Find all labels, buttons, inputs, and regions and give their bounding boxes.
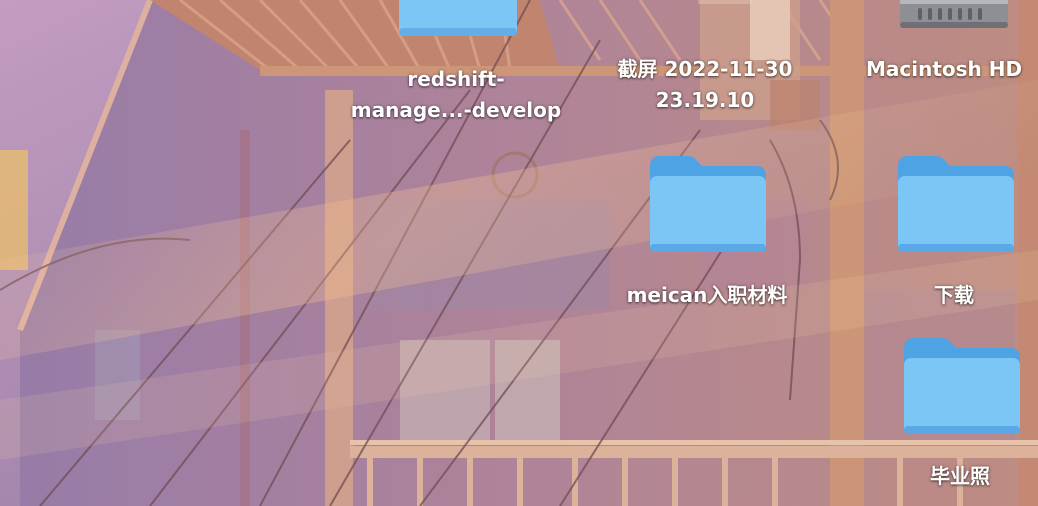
desktop-item-screenshot-thumbnail[interactable] xyxy=(690,0,760,10)
desktop-item-macintosh-hd[interactable] xyxy=(898,0,1010,30)
desktop-item-screenshot-label: 截屏 2022-11-30 23.19.10 xyxy=(590,54,820,116)
label-line: meican入职材料 xyxy=(626,283,788,307)
label-line: manage...-develop xyxy=(350,98,562,122)
label-line: Macintosh HD xyxy=(866,57,1023,81)
label-line: 毕业照 xyxy=(930,464,990,488)
desktop-item-macintosh-hd-label: Macintosh HD xyxy=(866,54,1038,85)
label-line: redshift- xyxy=(407,67,505,91)
folder-icon xyxy=(399,0,517,36)
desktop-item-redshift-label: redshift- manage...-develop xyxy=(331,64,581,126)
desktop-item-redshift-folder[interactable] xyxy=(399,0,517,38)
desktop-item-graduation-label: 毕业照 xyxy=(900,461,1020,492)
desktop-item-graduation-folder[interactable] xyxy=(902,334,1022,436)
folder-icon xyxy=(650,156,766,252)
label-line: 截屏 2022-11-30 xyxy=(617,57,793,81)
hard-drive-icon xyxy=(900,0,1008,28)
desktop-item-meican-folder[interactable] xyxy=(648,152,768,254)
desktop-item-downloads-folder[interactable] xyxy=(896,152,1016,254)
desktop[interactable]: redshift- manage...-develop 截屏 2022-11-3… xyxy=(0,0,1038,506)
label-line: 23.19.10 xyxy=(655,88,755,112)
folder-icon xyxy=(904,338,1020,434)
desktop-item-downloads-label: 下载 xyxy=(894,280,1014,311)
folder-icon xyxy=(898,156,1014,252)
image-file-icon xyxy=(698,0,752,4)
label-line: 下载 xyxy=(934,283,974,307)
desktop-item-meican-label: meican入职材料 xyxy=(592,280,822,311)
